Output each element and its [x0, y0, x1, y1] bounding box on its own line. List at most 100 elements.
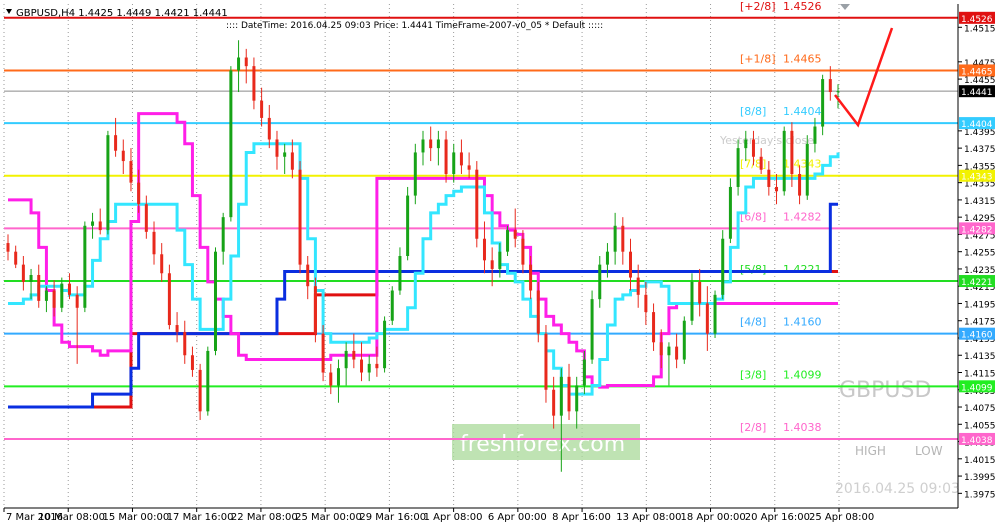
- time-tick-label: 1 Apr 08:00: [424, 512, 483, 523]
- price-tag-value: 1.4282: [961, 225, 993, 235]
- symbol-info: GBPUSD,H4 1.4425 1.4449 1.4421 1.4441: [16, 8, 228, 19]
- candle-body: [144, 204, 148, 232]
- time-tick-label: 15 Mar 00:00: [102, 512, 169, 523]
- murrey-level-value: 1.4099: [783, 368, 822, 381]
- candle-body: [467, 165, 471, 170]
- price-tick-label: 1.4055: [964, 421, 996, 431]
- time-tick-label: 25 Apr 08:00: [809, 512, 874, 523]
- murrey-level-value: 1.4160: [783, 316, 822, 329]
- candle-body: [805, 143, 809, 196]
- candle-body: [367, 363, 371, 373]
- candle-body: [629, 251, 632, 278]
- candle-body: [106, 135, 110, 231]
- candle-body: [229, 70, 233, 218]
- time-tick-label: 13 Apr 08:00: [616, 512, 681, 523]
- candle-body: [482, 238, 486, 261]
- candle-body: [452, 152, 456, 175]
- candle-body: [705, 303, 709, 334]
- candle-body: [175, 325, 179, 332]
- murrey-level-label: [5/8]: [740, 263, 766, 276]
- murrey-level-label: [+1/8]: [740, 52, 776, 65]
- candle-body: [436, 139, 440, 149]
- price-tag-value: 1.4221: [961, 278, 993, 288]
- candle-body: [828, 79, 832, 93]
- candle-body: [98, 221, 102, 231]
- candle-body: [252, 66, 256, 101]
- price-tick-label: 1.4195: [964, 300, 996, 310]
- time-tick-label: 8 Apr 16:00: [552, 512, 611, 523]
- price-tag-value: 1.4465: [961, 67, 993, 77]
- candle-body: [782, 130, 786, 192]
- price-tick-label: 1.4375: [964, 145, 996, 155]
- candle-body: [37, 274, 41, 301]
- murrey-level-value: 1.4038: [783, 421, 822, 434]
- candle-body: [244, 57, 248, 67]
- candle-body: [790, 130, 794, 175]
- candle-body: [114, 135, 118, 151]
- candle-body: [544, 333, 548, 390]
- price-tick-label: 1.3995: [964, 473, 996, 483]
- candle-body: [290, 152, 294, 170]
- candle-body: [6, 243, 10, 252]
- candle-body: [67, 283, 71, 295]
- candle-body: [798, 174, 802, 196]
- murrey-level-value: 1.4343: [783, 158, 822, 171]
- candle-body: [613, 225, 617, 252]
- price-tick-label: 1.3975: [964, 490, 996, 500]
- candle-body: [728, 186, 732, 239]
- candle-body: [490, 260, 494, 269]
- candle-body: [605, 251, 609, 265]
- candle-body: [137, 182, 141, 205]
- price-tick-label: 1.4135: [964, 352, 996, 362]
- price-tick-label: 1.4315: [964, 197, 996, 207]
- murrey-level-value: 1.4404: [783, 105, 822, 118]
- candle-body: [329, 372, 333, 386]
- candle-body: [598, 264, 602, 300]
- time-tick-label: 10 Mar 08:00: [38, 512, 105, 523]
- candle-body: [383, 320, 387, 369]
- datetime-watermark: 2016.04.25 09:03: [835, 481, 960, 497]
- candle-body: [44, 290, 48, 301]
- candle-body: [644, 294, 648, 313]
- brand-watermark: freshforex.com: [460, 432, 625, 457]
- candle-body: [736, 148, 740, 187]
- price-tick-label: 1.4015: [964, 456, 996, 466]
- candle-body: [721, 238, 725, 295]
- murrey-level-value: 1.4465: [783, 52, 822, 65]
- candle-body: [775, 186, 779, 192]
- candle-body: [521, 238, 525, 265]
- candle-body: [421, 139, 425, 153]
- candle-body: [536, 290, 540, 334]
- candle-body: [529, 264, 533, 291]
- candle-body: [260, 100, 264, 118]
- murrey-level-label: [2/8]: [740, 421, 766, 434]
- price-tag-value: 1.4526: [961, 15, 993, 25]
- candle-body: [636, 277, 640, 295]
- murrey-level-label: [3/8]: [740, 368, 766, 381]
- murrey-level-label: [8/8]: [740, 105, 766, 118]
- candle-body: [360, 359, 364, 373]
- candle-body: [744, 139, 748, 149]
- candle-body: [375, 363, 379, 369]
- candle-body: [221, 217, 225, 252]
- candle-body: [406, 195, 410, 256]
- candle-body: [306, 264, 310, 287]
- murrey-level-label: [+2/8]: [740, 0, 776, 13]
- candle-body: [206, 350, 210, 412]
- candle-body: [506, 230, 510, 252]
- candle-body: [214, 251, 217, 351]
- candle-body: [475, 169, 479, 239]
- candle-body: [621, 225, 625, 252]
- candle-body: [275, 139, 279, 157]
- candle-body: [751, 139, 755, 157]
- murrey-level-value: 1.4282: [783, 210, 822, 223]
- candle-body: [498, 251, 502, 269]
- candle-body: [198, 369, 202, 412]
- candle-body: [313, 286, 317, 334]
- candle-body: [652, 312, 656, 343]
- candle-body: [52, 290, 56, 308]
- price-tick-label: 1.4175: [964, 318, 996, 328]
- candle-body: [821, 79, 825, 127]
- price-tick-label: 1.4235: [964, 266, 996, 276]
- candle-body: [759, 156, 763, 170]
